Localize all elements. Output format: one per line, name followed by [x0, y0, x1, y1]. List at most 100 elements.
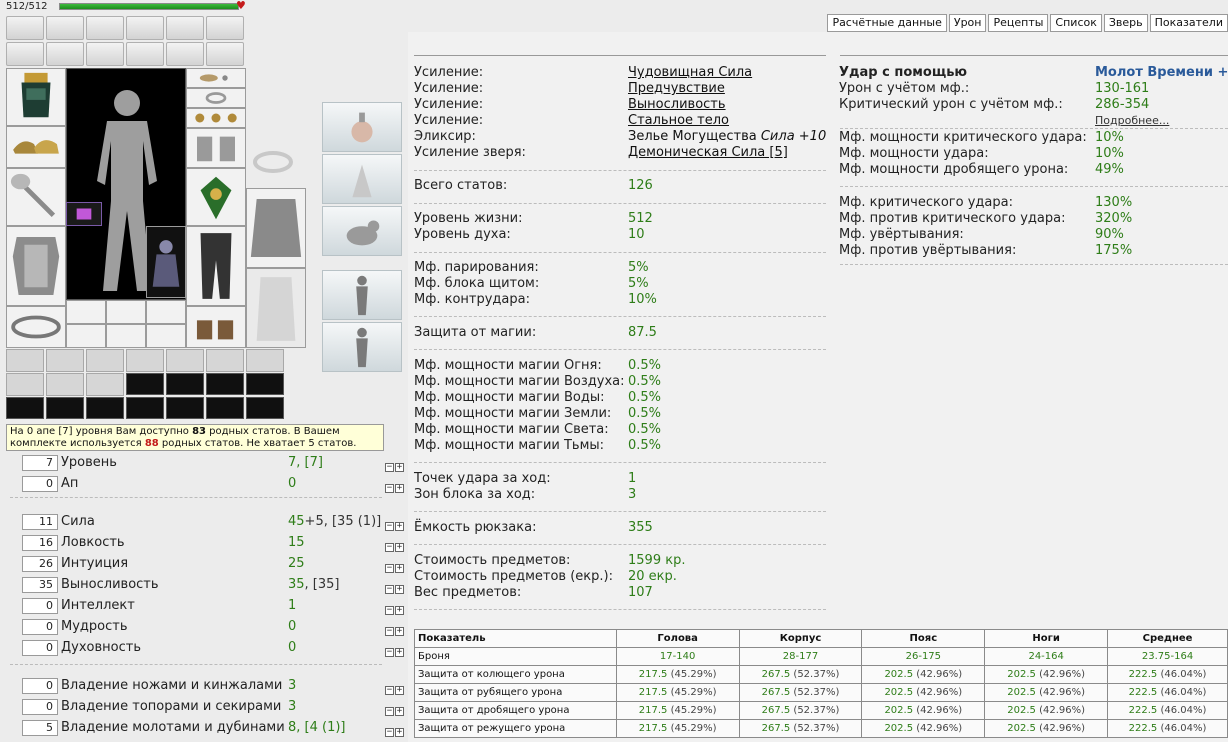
scroll-slot-icon[interactable] — [126, 16, 164, 40]
boost-link[interactable]: Стальное тело — [628, 113, 729, 128]
small-slot[interactable] — [106, 324, 146, 348]
stat-input[interactable]: 26 — [22, 556, 58, 572]
gem-slot[interactable] — [126, 349, 164, 372]
earring-slot[interactable] — [186, 68, 246, 88]
weapon-slot[interactable] — [6, 168, 66, 226]
tab-0[interactable]: Расчётные данные — [827, 14, 947, 32]
gloves-slot[interactable] — [186, 128, 246, 168]
feet-slot[interactable] — [186, 306, 246, 348]
belt-pocket-slot[interactable] — [126, 397, 164, 419]
boots-slot[interactable] — [6, 126, 66, 168]
minus-button[interactable]: − — [385, 728, 394, 737]
belt-slot[interactable] — [6, 306, 66, 348]
armor-slot[interactable] — [6, 226, 66, 306]
scroll-slot-icon[interactable] — [166, 42, 204, 66]
small-slot[interactable] — [146, 300, 186, 324]
minus-button[interactable]: − — [385, 606, 394, 615]
minus-button[interactable]: − — [385, 686, 394, 695]
pet-slot[interactable] — [146, 226, 186, 298]
plus-button[interactable]: + — [395, 463, 404, 472]
minus-button[interactable]: − — [385, 543, 394, 552]
small-slot[interactable] — [66, 300, 106, 324]
scroll-slot-icon[interactable] — [126, 42, 164, 66]
stat-input[interactable]: 35 — [22, 577, 58, 593]
stat-input[interactable]: 16 — [22, 535, 58, 551]
stat-input[interactable]: 0 — [22, 619, 58, 635]
plus-button[interactable]: + — [395, 484, 404, 493]
plus-button[interactable]: + — [395, 585, 404, 594]
belt-pocket-slot[interactable] — [246, 397, 284, 419]
stat-input[interactable]: 5 — [22, 720, 58, 736]
more-link[interactable]: Подробнее... — [1095, 113, 1169, 129]
stat-input[interactable]: 0 — [22, 476, 58, 492]
boost-icon-slot[interactable] — [322, 154, 402, 204]
boost-link[interactable]: Выносливость — [628, 97, 726, 112]
plus-button[interactable]: + — [395, 606, 404, 615]
plus-button[interactable]: + — [395, 543, 404, 552]
stat-input[interactable]: 0 — [22, 598, 58, 614]
scroll-slot-icon[interactable] — [6, 42, 44, 66]
gem-slot[interactable] — [86, 373, 124, 396]
pants-slot[interactable] — [186, 226, 246, 306]
gem-slot[interactable] — [46, 373, 84, 396]
shield-slot[interactable] — [186, 168, 246, 226]
minus-button[interactable]: − — [385, 627, 394, 636]
helmet-slot[interactable] — [6, 68, 66, 126]
gem-slot[interactable] — [46, 349, 84, 372]
gem-slot[interactable] — [246, 349, 284, 372]
tab-1[interactable]: Урон — [948, 14, 987, 32]
weapon-name[interactable]: Молот Времени +3 — [1095, 65, 1228, 81]
boost-link[interactable]: Демоническая Сила [5] — [628, 145, 788, 160]
pose-icon-slot[interactable] — [322, 270, 402, 320]
belt-pocket-slot[interactable] — [86, 397, 124, 419]
belt-pocket-slot[interactable] — [206, 373, 244, 395]
scroll-slot-icon[interactable] — [46, 42, 84, 66]
cloak-slot[interactable] — [246, 268, 306, 348]
gem-slot[interactable] — [6, 373, 44, 396]
small-slot[interactable] — [146, 324, 186, 348]
scroll-slot-icon[interactable] — [86, 16, 124, 40]
tab-5[interactable]: Показатели — [1149, 14, 1228, 32]
stat-input[interactable]: 11 — [22, 514, 58, 530]
belt-pocket-slot[interactable] — [166, 373, 204, 395]
plus-button[interactable]: + — [395, 728, 404, 737]
minus-button[interactable]: − — [385, 522, 394, 531]
gem-slot[interactable] — [166, 349, 204, 372]
necklace-slot[interactable] — [186, 88, 246, 108]
minus-button[interactable]: − — [385, 463, 394, 472]
tab-2[interactable]: Рецепты — [988, 14, 1049, 32]
belt-pocket-slot[interactable] — [126, 373, 164, 395]
stat-input[interactable]: 0 — [22, 640, 58, 656]
plus-button[interactable]: + — [395, 522, 404, 531]
minus-button[interactable]: − — [385, 585, 394, 594]
small-slot[interactable] — [66, 324, 106, 348]
rune-slot[interactable] — [66, 202, 102, 226]
minus-button[interactable]: − — [385, 707, 394, 716]
boost-link[interactable]: Чудовищная Сила — [628, 65, 752, 80]
scroll-slot-icon[interactable] — [6, 16, 44, 40]
stat-input[interactable]: 7 — [22, 455, 58, 471]
shirt-slot[interactable] — [246, 188, 306, 268]
belt-pocket-slot[interactable] — [46, 397, 84, 419]
rings-slot[interactable] — [186, 108, 246, 128]
plus-button[interactable]: + — [395, 686, 404, 695]
belt-pocket-slot[interactable] — [166, 397, 204, 419]
minus-button[interactable]: − — [385, 564, 394, 573]
scroll-slot-icon[interactable] — [206, 42, 244, 66]
boost-link[interactable]: Предчувствие — [628, 81, 725, 96]
tab-4[interactable]: Зверь — [1103, 14, 1148, 32]
elixir-icon-slot[interactable] — [322, 102, 402, 152]
minus-button[interactable]: − — [385, 484, 394, 493]
plus-button[interactable]: + — [395, 707, 404, 716]
gem-slot[interactable] — [6, 349, 44, 372]
small-slot[interactable] — [106, 300, 146, 324]
plus-button[interactable]: + — [395, 648, 404, 657]
plus-button[interactable]: + — [395, 564, 404, 573]
stat-input[interactable]: 0 — [22, 699, 58, 715]
scroll-slot-icon[interactable] — [46, 16, 84, 40]
minus-button[interactable]: − — [385, 648, 394, 657]
gem-slot[interactable] — [206, 349, 244, 372]
pet-boost-icon-slot[interactable] — [322, 206, 402, 256]
gem-slot[interactable] — [86, 349, 124, 372]
pose-icon-slot[interactable] — [322, 322, 402, 372]
